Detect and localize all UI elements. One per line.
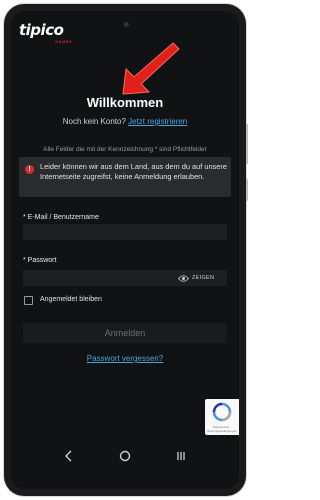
recaptcha-icon (212, 402, 232, 422)
register-link[interactable]: Jetzt registrieren (128, 117, 187, 126)
remember-me-label: Angemeldet bleiben (40, 296, 102, 303)
screen: tipico GAMES Willkommen Noch kein Konto?… (11, 11, 239, 489)
error-alert: ! Leider können wir aus dem Land, aus de… (19, 157, 231, 197)
no-account-line: Noch kein Konto? Jetzt registrieren (11, 117, 239, 126)
alert-message: Leider können wir aus dem Land, aus dem … (40, 162, 227, 181)
android-nav-bar (11, 441, 239, 471)
recaptcha-text: Datenschutz - Nutzungsbedingungen (206, 425, 238, 433)
password-label: * Passwort (23, 257, 57, 264)
no-account-text: Noch kein Konto? (62, 117, 126, 126)
logo-text: tipico (19, 21, 64, 39)
email-label: * E-Mail / Benutzername (23, 214, 99, 221)
brand-logo: tipico GAMES (19, 21, 79, 44)
login-button[interactable]: Anmelden (23, 323, 227, 343)
recents-icon[interactable] (173, 448, 189, 464)
power-button (246, 179, 248, 201)
back-icon[interactable] (61, 448, 77, 464)
volume-button (246, 124, 248, 164)
email-field[interactable] (23, 226, 227, 243)
red-arrow-icon (122, 42, 180, 95)
show-password-toggle[interactable]: ZEIGEN (178, 270, 214, 286)
error-icon: ! (25, 165, 34, 174)
remember-me-checkbox[interactable] (24, 296, 33, 305)
front-camera (124, 22, 129, 27)
logo-subtext: GAMES (55, 39, 73, 44)
phone-frame: tipico GAMES Willkommen Noch kein Konto?… (4, 4, 248, 496)
home-icon[interactable] (117, 448, 133, 464)
required-fields-note: Alle Felder die mit der Kennzeichnung * … (43, 146, 207, 153)
eye-icon (178, 274, 189, 282)
email-field-container (23, 224, 227, 243)
forgot-password-link[interactable]: Passwort vergessen? (11, 354, 239, 363)
recaptcha-badge[interactable]: Datenschutz - Nutzungsbedingungen (205, 399, 239, 435)
page-title: Willkommen (86, 95, 164, 110)
show-password-label: ZEIGEN (192, 275, 215, 281)
